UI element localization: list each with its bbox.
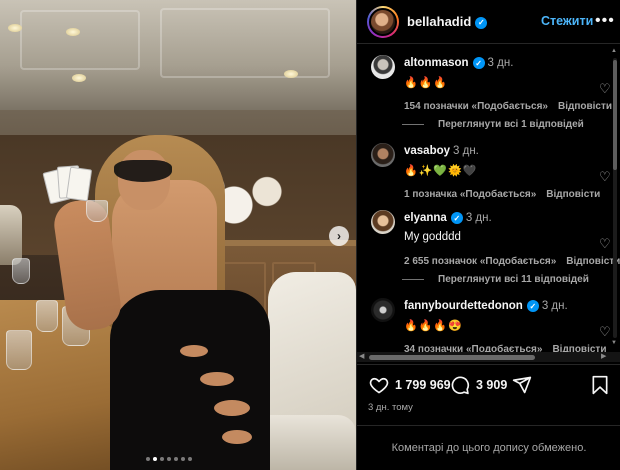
comment-text: 🔥🔥🔥 (404, 77, 449, 89)
comment-time: 3 дн. (453, 145, 479, 157)
comment-text: My godddd (404, 231, 461, 243)
comment-likes[interactable]: 154 позначки «Подобається» (404, 101, 548, 112)
carousel-dot (181, 457, 185, 461)
lace-mask (114, 160, 172, 182)
chevron-right-icon: › (337, 229, 341, 243)
heart-icon[interactable]: ♡ (599, 81, 611, 97)
ceiling-light (284, 70, 298, 78)
carousel-dots (146, 457, 192, 461)
scroll-right-icon[interactable]: ▶ (601, 352, 606, 360)
glass (12, 258, 30, 284)
dress-cutout (200, 372, 234, 386)
glass (36, 300, 58, 332)
scroll-left-icon[interactable]: ◀ (359, 352, 364, 360)
post-side-panel: bellahadid ✓ Стежити ••• altonmason ✓ 3 дн.… (356, 0, 620, 470)
comments-vertical-scrollbar[interactable]: ▲ ▼ (611, 48, 619, 348)
comments-limited-notice: Коментарі до цього допису обмежено. (357, 425, 620, 470)
heart-icon[interactable]: ♡ (599, 169, 611, 185)
carousel-dot (174, 457, 178, 461)
glass (6, 330, 32, 370)
verified-badge-icon: ✓ (475, 16, 488, 29)
commenter-avatar[interactable] (371, 55, 395, 79)
ceiling-light (8, 24, 22, 32)
verified-badge-icon: ✓ (472, 57, 485, 69)
view-replies-button[interactable]: Переглянути всі 1 відповідей (402, 119, 584, 130)
ceiling-light (66, 28, 80, 36)
view-replies-button[interactable]: Переглянути всі 11 відповідей (402, 274, 589, 285)
scrollbar-thumb[interactable] (369, 355, 535, 360)
follow-button[interactable]: Стежити (541, 14, 593, 28)
scroll-up-icon[interactable]: ▲ (611, 48, 617, 54)
likes-count[interactable]: 1 799 969 (395, 378, 451, 392)
verified-badge-icon: ✓ (526, 300, 539, 312)
comment-text: 🔥✨💚🌞🖤 (404, 165, 478, 177)
black-dress (110, 290, 270, 470)
carousel-dot (146, 457, 150, 461)
playing-cards (42, 165, 93, 205)
ceiling-panel (160, 8, 330, 78)
carousel-dot (188, 457, 192, 461)
ceiling-light (72, 74, 86, 82)
commenter-username[interactable]: fannybourdettedonon (404, 300, 523, 312)
comment-time: 3 дн. (465, 212, 492, 225)
post-header: bellahadid ✓ Стежити ••• (357, 0, 620, 44)
commenter-username[interactable]: altonmason (404, 57, 469, 69)
share-action[interactable] (512, 375, 532, 395)
playing-card (65, 166, 93, 202)
heart-icon[interactable]: ♡ (599, 324, 611, 340)
commenter-username[interactable]: elyanna (404, 212, 447, 224)
background-person (0, 205, 22, 265)
reply-button[interactable]: Відповісти (558, 101, 612, 112)
bookmark-icon[interactable] (591, 375, 609, 395)
comments-horizontal-scrollbar[interactable]: ◀ ▶ (357, 352, 620, 362)
share-icon[interactable] (512, 375, 532, 395)
comment-likes[interactable]: 1 позначка «Подобається» (404, 189, 536, 200)
comment-action[interactable]: 3 909 (450, 375, 507, 395)
scrollbar-thumb[interactable] (613, 60, 617, 170)
author-avatar[interactable] (367, 5, 399, 38)
carousel-dot (160, 457, 164, 461)
held-glass (86, 200, 108, 222)
comment-icon[interactable] (450, 375, 470, 395)
dress-cutout (214, 400, 250, 416)
comments-count: 3 909 (476, 378, 508, 392)
commenter-avatar[interactable] (371, 298, 395, 322)
more-icon[interactable]: ••• (595, 12, 615, 30)
carousel-dot (167, 457, 171, 461)
comment-text: 🔥🔥🔥😍 (404, 320, 463, 332)
commenter-avatar[interactable] (371, 143, 395, 167)
comments-list: altonmason ✓ 3 дн. 🔥🔥🔥 154 позначки «Подоб… (357, 45, 620, 353)
commenter-avatar[interactable] (371, 210, 395, 234)
heart-icon[interactable] (369, 375, 389, 395)
comment-likes[interactable]: 2 655 позначок «Подобається» (404, 256, 556, 267)
post-photo[interactable]: › (0, 0, 356, 470)
heart-icon[interactable]: ♡ (599, 236, 611, 252)
scroll-down-icon[interactable]: ▼ (611, 340, 617, 346)
commenter-username[interactable]: vasaboy (404, 145, 450, 157)
dress-cutout (180, 345, 208, 357)
carousel-next-button[interactable]: › (329, 226, 349, 246)
dress-cutout (222, 430, 252, 444)
ceiling-panel (20, 10, 140, 70)
post-timestamp[interactable]: 3 дн. тому (368, 402, 413, 413)
comment-time: 3 дн. (541, 300, 568, 313)
like-action[interactable]: 1 799 969 (369, 375, 451, 395)
verified-badge-icon: ✓ (450, 212, 463, 224)
reply-button[interactable]: Відповісти (546, 189, 600, 200)
author-username[interactable]: bellahadid ✓ (407, 14, 488, 29)
save-action[interactable] (591, 375, 609, 395)
comment-time: 3 дн. (487, 57, 514, 70)
carousel-dot-active (153, 457, 157, 461)
